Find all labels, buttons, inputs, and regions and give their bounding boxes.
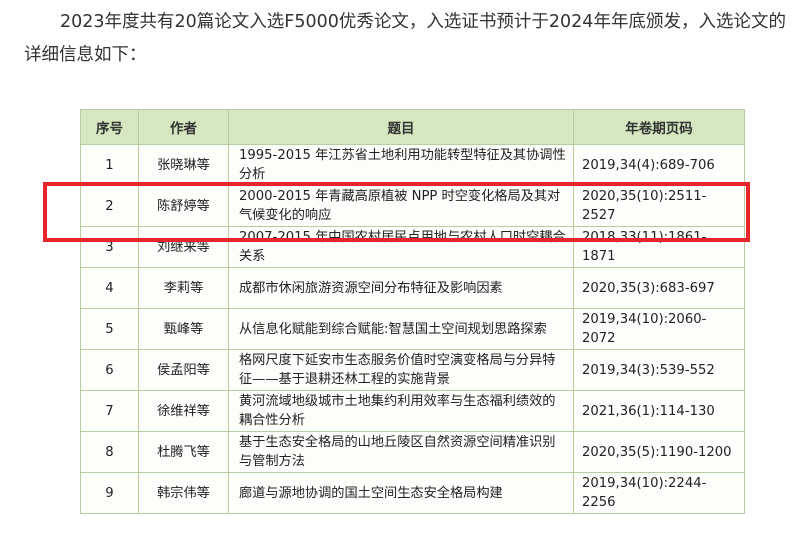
row-number: 6 <box>80 349 139 391</box>
row-author: 杜腾飞等 <box>138 431 229 473</box>
row-title: 基于生态安全格局的山地丘陵区自然资源空间精准识别与管制方法 <box>228 431 574 473</box>
row-author: 甄峰等 <box>138 308 229 350</box>
row-title: 从信息化赋能到综合赋能:智慧国土空间规划思路探索 <box>228 308 574 350</box>
table-row: 8 杜腾飞等 基于生态安全格局的山地丘陵区自然资源空间精准识别与管制方法 2020,3… <box>80 431 745 473</box>
row-number: 5 <box>80 308 139 350</box>
row-author: 韩宗伟等 <box>138 472 229 514</box>
row-pages: 2020,35(5):1190-1200 <box>573 431 745 473</box>
row-title: 2000-2015 年青藏高原植被 NPP 时空变化格局及其对气候变化的响应 <box>228 185 574 227</box>
row-title: 2007-2015 年中国农村居民点用地与农村人口时空耦合关系 <box>228 226 574 268</box>
row-pages: 2018,33(11):1861-1871 <box>573 226 745 268</box>
row-number: 4 <box>80 267 139 309</box>
row-author: 张晓琳等 <box>138 144 229 186</box>
header-num: 序号 <box>80 109 139 145</box>
table-row: 1 张晓琳等 1995-2015 年江苏省土地利用功能转型特征及其协调性分析 2019… <box>80 144 745 186</box>
row-title: 格网尺度下延安市生态服务价值时空演变格局与分异特征——基于退耕还林工程的实施背景 <box>228 349 574 391</box>
row-title: 成都市休闲旅游资源空间分布特征及影响因素 <box>228 267 574 309</box>
table-row: 6 侯孟阳等 格网尺度下延安市生态服务价值时空演变格局与分异特征——基于退耕还林工程… <box>80 349 745 391</box>
intro-paragraph: 2023年度共有20篇论文入选F5000优秀论文，入选证书预计于2024年年底颁… <box>24 12 786 65</box>
row-number: 9 <box>80 472 139 514</box>
row-pages: 2020,35(10):2511-2527 <box>573 185 745 227</box>
row-pages: 2019,34(3):539-552 <box>573 349 745 391</box>
row-title: 黄河流域地级城市土地集约利用效率与生态福利绩效的耦合性分析 <box>228 390 574 432</box>
header-title: 题目 <box>228 109 574 145</box>
header-pages: 年卷期页码 <box>573 109 745 145</box>
row-pages: 2019,34(10):2244-2256 <box>573 472 745 514</box>
row-author: 刘继来等 <box>138 226 229 268</box>
row-number: 7 <box>80 390 139 432</box>
row-number: 8 <box>80 431 139 473</box>
table-row: 7 徐维祥等 黄河流域地级城市土地集约利用效率与生态福利绩效的耦合性分析 2021,3… <box>80 390 745 432</box>
table-header-row: 序号 作者 题目 年卷期页码 <box>80 109 745 145</box>
row-author: 徐维祥等 <box>138 390 229 432</box>
table-row: 5 甄峰等 从信息化赋能到综合赋能:智慧国土空间规划思路探索 2019,34(10):… <box>80 308 745 350</box>
row-title: 1995-2015 年江苏省土地利用功能转型特征及其协调性分析 <box>228 144 574 186</box>
table-row: 4 李莉等 成都市休闲旅游资源空间分布特征及影响因素 2020,35(3):683-6… <box>80 267 745 309</box>
table-row: 9 韩宗伟等 廊道与源地协调的国土空间生态安全格局构建 2019,34(10):224… <box>80 472 745 514</box>
row-pages: 2021,36(1):114-130 <box>573 390 745 432</box>
row-author: 李莉等 <box>138 267 229 309</box>
papers-table: 序号 作者 题目 年卷期页码 1 张晓琳等 1995-2015 年江苏省土地利用功能… <box>80 109 745 514</box>
table-row: 2 陈舒婷等 2000-2015 年青藏高原植被 NPP 时空变化格局及其对气候变化… <box>80 185 745 227</box>
row-pages: 2019,34(10):2060-2072 <box>573 308 745 350</box>
row-author: 陈舒婷等 <box>138 185 229 227</box>
row-number: 3 <box>80 226 139 268</box>
row-pages: 2020,35(3):683-697 <box>573 267 745 309</box>
row-pages: 2019,34(4):689-706 <box>573 144 745 186</box>
row-number: 2 <box>80 185 139 227</box>
table-row: 3 刘继来等 2007-2015 年中国农村居民点用地与农村人口时空耦合关系 2018… <box>80 226 745 268</box>
row-number: 1 <box>80 144 139 186</box>
row-title: 廊道与源地协调的国土空间生态安全格局构建 <box>228 472 574 514</box>
header-author: 作者 <box>138 109 229 145</box>
row-author: 侯孟阳等 <box>138 349 229 391</box>
